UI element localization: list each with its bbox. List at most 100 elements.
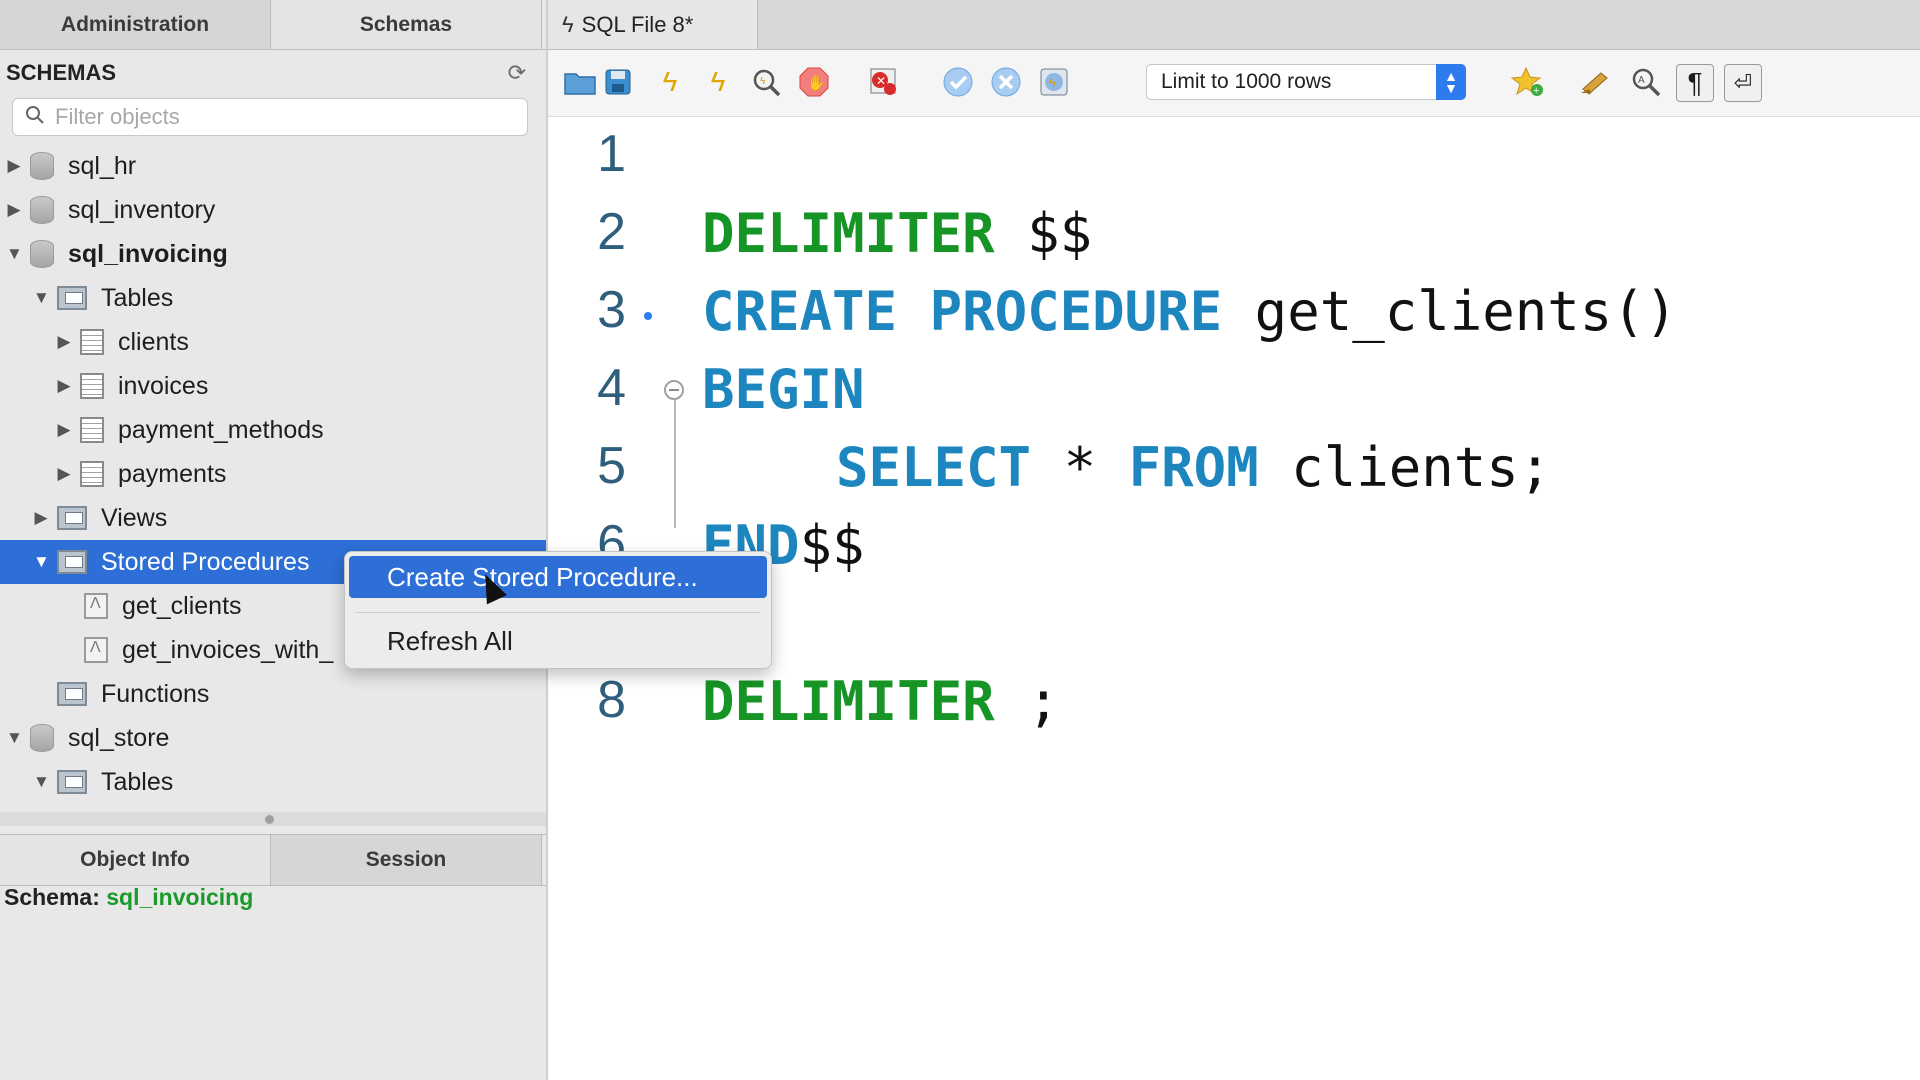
keyword: BEGIN — [702, 358, 865, 421]
line-number: 2 — [597, 203, 626, 261]
invisible-chars-icon[interactable]: ¶ — [1676, 64, 1714, 102]
table-icon — [80, 373, 104, 399]
schema-value: sql_invoicing — [106, 884, 254, 910]
database-icon — [30, 240, 54, 268]
tab-sql-file[interactable]: ϟ SQL File 8* — [548, 0, 758, 49]
fold-collapse-icon[interactable] — [664, 380, 684, 400]
collapse-arrow-icon[interactable]: ▼ — [33, 552, 50, 572]
sidebar-tabs: Administration Schemas — [0, 0, 546, 50]
line-number: 5 — [597, 437, 626, 495]
editor-toolbar: ϟ ϟ ϟ ✋ ✕ ϟ Limit to 1000 rows ▲ ▼ + A ¶ … — [548, 50, 1920, 117]
tree-item-views[interactable]: ▶ Views — [0, 496, 546, 540]
svg-text:A: A — [1638, 75, 1645, 86]
refresh-icon[interactable]: ⟳ — [508, 60, 526, 86]
expand-arrow-icon[interactable]: ▶ — [56, 332, 72, 352]
execute-current-icon[interactable]: ϟ — [700, 64, 736, 100]
collapse-arrow-icon[interactable]: ▼ — [6, 244, 23, 264]
explain-icon[interactable]: ϟ — [748, 64, 784, 100]
tree-item-label: get_clients — [122, 591, 242, 620]
tab-session[interactable]: Session — [271, 835, 542, 885]
commit-icon[interactable] — [940, 64, 976, 100]
word-wrap-icon[interactable]: ⏎ — [1724, 64, 1762, 102]
expand-arrow-icon[interactable]: ▶ — [56, 464, 72, 484]
menu-item-refresh-all[interactable]: Refresh All — [349, 620, 767, 662]
tree-item-functions[interactable]: Functions — [0, 672, 546, 716]
lightning-icon: ϟ — [562, 11, 574, 37]
procedure-icon — [84, 637, 108, 663]
filter-objects-input[interactable] — [53, 103, 517, 131]
tree-item-invoices[interactable]: ▶ invoices — [0, 364, 546, 408]
code-text: get_clients() — [1222, 280, 1678, 343]
line-number: 1 — [597, 125, 626, 183]
tab-administration[interactable]: Administration — [0, 0, 271, 49]
collapse-arrow-icon[interactable]: ▼ — [33, 772, 50, 792]
stop-icon[interactable]: ✋ — [796, 64, 832, 100]
procedure-icon — [84, 593, 108, 619]
table-icon — [80, 417, 104, 443]
tree-item-tables-store[interactable]: ▼ Tables — [0, 760, 546, 804]
expand-arrow-icon[interactable]: ▶ — [56, 376, 72, 396]
table-icon — [80, 461, 104, 487]
tree-item-label: Views — [101, 503, 168, 532]
autocommit-icon[interactable]: ϟ — [1036, 64, 1072, 100]
code-text: * — [1031, 436, 1129, 499]
folder-icon — [57, 286, 87, 310]
tree-item-sql-invoicing[interactable]: ▼ sql_invoicing — [0, 232, 546, 276]
folder-icon — [57, 550, 87, 574]
keyword: CREATE PROCEDURE — [702, 280, 1223, 343]
tree-item-sql-hr[interactable]: ▶ sql_hr — [0, 144, 546, 188]
tree-item-sql-inventory[interactable]: ▶ sql_inventory — [0, 188, 546, 232]
search-icon — [25, 105, 45, 130]
folder-icon — [57, 770, 87, 794]
rollback-icon[interactable] — [988, 64, 1024, 100]
keyword: DELIMITER — [702, 202, 995, 265]
tree-item-sql-store[interactable]: ▼ sql_store — [0, 716, 546, 760]
expand-arrow-icon[interactable]: ▶ — [56, 420, 72, 440]
add-snippet-star-icon[interactable]: + — [1510, 64, 1546, 100]
limit-rows-value: Limit to 1000 rows — [1161, 70, 1332, 93]
folder-icon — [57, 682, 87, 706]
expand-arrow-icon[interactable]: ▶ — [6, 156, 22, 176]
tree-item-label: sql_store — [68, 723, 170, 752]
panel-splitter[interactable] — [0, 812, 546, 826]
execute-icon[interactable]: ϟ — [652, 64, 688, 100]
find-icon[interactable]: A — [1628, 64, 1664, 100]
svg-text:ϟ: ϟ — [760, 76, 766, 87]
schema-label: Schema: — [4, 884, 100, 910]
limit-rows-select[interactable]: Limit to 1000 rows ▲ ▼ — [1146, 64, 1466, 100]
tree-item-label: Stored Procedures — [101, 547, 310, 576]
tree-item-label: get_invoices_with_ — [122, 635, 334, 664]
tab-object-info[interactable]: Object Info — [0, 835, 271, 885]
save-icon[interactable] — [600, 64, 636, 100]
tree-item-label: Functions — [101, 679, 210, 708]
tree-item-tables[interactable]: ▼ Tables — [0, 276, 546, 320]
tab-schemas[interactable]: Schemas — [271, 0, 542, 49]
beautify-broom-icon[interactable] — [1578, 64, 1614, 100]
svg-text:+: + — [1533, 85, 1539, 97]
code-line-3: CREATE PROCEDURE get_clients() — [702, 280, 1677, 343]
collapse-arrow-icon[interactable]: ▼ — [33, 288, 50, 308]
keyword: FROM — [1128, 436, 1259, 499]
tree-item-clients[interactable]: ▶ clients — [0, 320, 546, 364]
schemas-header: SCHEMAS ⟳ — [6, 58, 526, 88]
tree-item-label: payment_methods — [118, 415, 324, 444]
select-stepper-icon[interactable]: ▲ ▼ — [1436, 64, 1466, 100]
context-menu: Create Stored Procedure... Refresh All — [344, 551, 772, 669]
folder-icon — [57, 506, 87, 530]
collapse-arrow-icon[interactable]: ▼ — [6, 728, 23, 748]
tree-item-label: sql_hr — [68, 151, 137, 180]
expand-arrow-icon[interactable]: ▶ — [33, 508, 49, 528]
open-folder-icon[interactable] — [562, 64, 598, 100]
tree-item-payment-methods[interactable]: ▶ payment_methods — [0, 408, 546, 452]
toggle-error-icon[interactable]: ✕ — [866, 64, 902, 100]
menu-item-create-stored-procedure[interactable]: Create Stored Procedure... — [349, 556, 767, 598]
keyword: SELECT — [836, 436, 1032, 499]
tree-item-payments[interactable]: ▶ payments — [0, 452, 546, 496]
line-number: 3 — [597, 281, 626, 339]
schemas-title: SCHEMAS — [6, 60, 117, 85]
splitter-handle-icon[interactable] — [265, 815, 274, 824]
code-line-8: DELIMITER ; — [702, 670, 1060, 733]
keyword: DELIMITER — [702, 670, 995, 733]
line-number: 8 — [597, 671, 626, 729]
expand-arrow-icon[interactable]: ▶ — [6, 200, 22, 220]
